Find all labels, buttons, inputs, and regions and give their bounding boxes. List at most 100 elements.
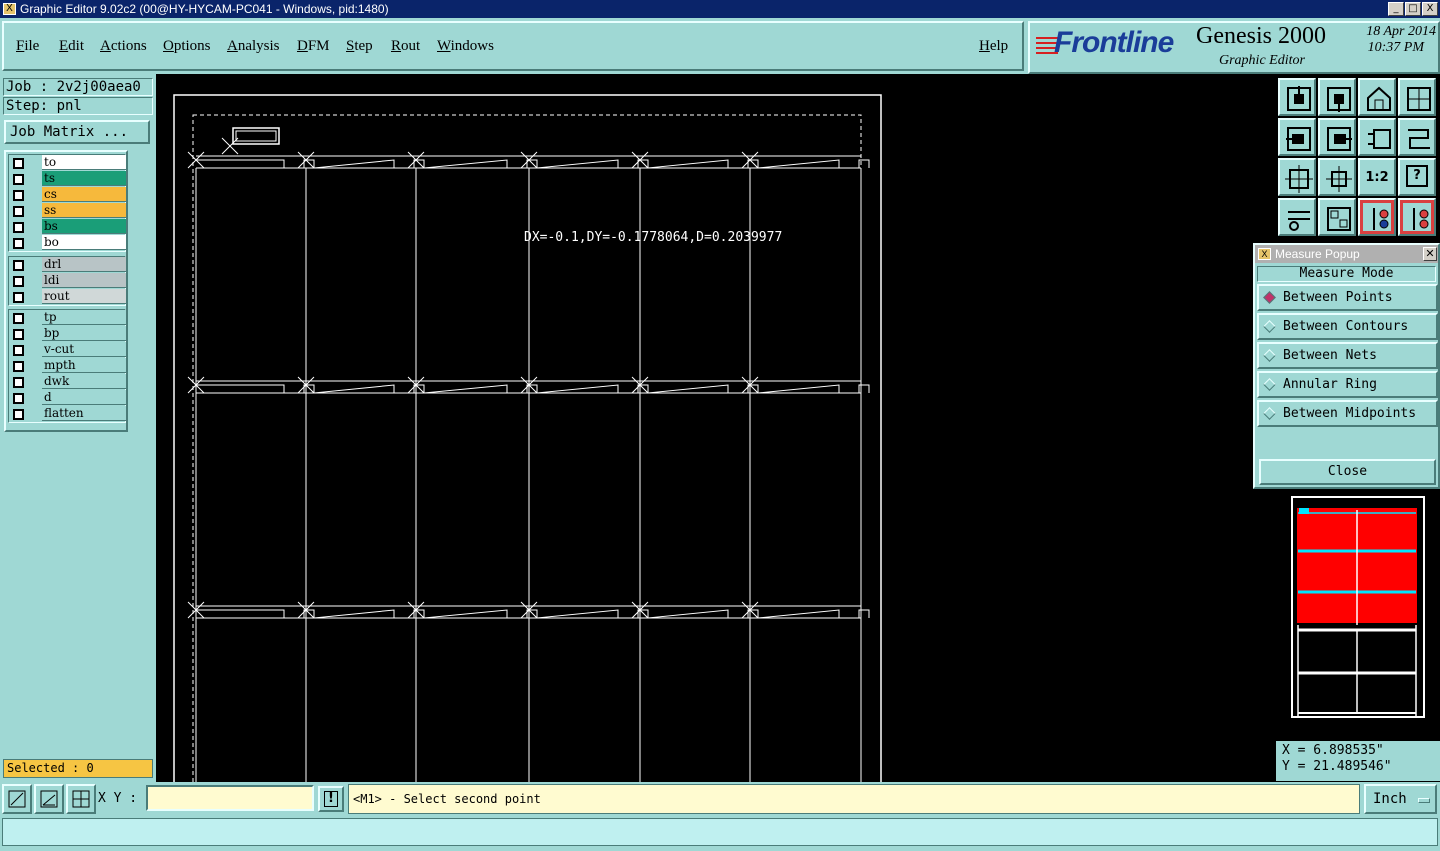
- angle-mode-button[interactable]: [34, 784, 64, 814]
- date-display: 18 Apr 2014: [1366, 24, 1436, 39]
- layer-name[interactable]: cs: [42, 187, 126, 202]
- layer-row-dwk[interactable]: dwk: [9, 374, 126, 390]
- menu-edit[interactable]: Edit: [59, 38, 84, 55]
- layer-checkbox[interactable]: [13, 361, 24, 372]
- layer-name[interactable]: ss: [42, 203, 126, 218]
- layer-name[interactable]: tp: [42, 310, 126, 325]
- tools-button[interactable]: [1278, 198, 1316, 236]
- option-between-nets[interactable]: Between Nets: [1257, 342, 1438, 369]
- pan-left-button[interactable]: [1278, 118, 1316, 156]
- layer-row-tp[interactable]: tp: [9, 310, 126, 326]
- help-button[interactable]: ?: [1398, 158, 1436, 196]
- menu-dfm[interactable]: DFM: [297, 38, 330, 55]
- option-annular-ring[interactable]: Annular Ring: [1257, 371, 1438, 398]
- menu-bar: File Edit Actions Options Analysis DFM S…: [2, 21, 1024, 71]
- layer-checkbox[interactable]: [13, 313, 24, 324]
- layer-checkbox[interactable]: [13, 292, 24, 303]
- layer-row-d[interactable]: d: [9, 390, 126, 406]
- layer-name[interactable]: flatten: [42, 406, 126, 421]
- layer-row-v-cut[interactable]: v-cut: [9, 342, 126, 358]
- zoom-top-button[interactable]: [1278, 78, 1316, 116]
- measure-close-button[interactable]: Close: [1259, 459, 1436, 485]
- brand-panel: Frontline Genesis 2000 Graphic Editor 18…: [1028, 21, 1440, 74]
- layer-row-flatten[interactable]: flatten: [9, 406, 126, 422]
- option-between-midpoints[interactable]: Between Midpoints: [1257, 400, 1438, 427]
- layer-row-bo[interactable]: bo: [9, 235, 126, 251]
- graphic-canvas[interactable]: DX=-0.1,DY=-0.1778064,D=0.2039977: [156, 74, 1276, 786]
- close-window-button[interactable]: X: [1422, 2, 1438, 16]
- xy-input[interactable]: [146, 785, 314, 811]
- layer-checkbox[interactable]: [13, 238, 24, 249]
- layer-name[interactable]: mpth: [42, 358, 126, 373]
- zoom-bottom-button[interactable]: [1318, 78, 1356, 116]
- layer-name[interactable]: ts: [42, 171, 126, 186]
- layer-row-ts[interactable]: ts: [9, 171, 126, 187]
- menu-options[interactable]: Options: [163, 38, 211, 55]
- grid-view-button[interactable]: [1398, 78, 1436, 116]
- fit-screen-button[interactable]: [1278, 158, 1316, 196]
- dropdown-icon: [1418, 798, 1430, 803]
- layer-row-bp[interactable]: bp: [9, 326, 126, 342]
- center-button[interactable]: [1318, 158, 1356, 196]
- netlist-bottom-button[interactable]: [1398, 198, 1436, 236]
- layer-row-to[interactable]: to: [9, 155, 126, 171]
- measure-popup-titlebar[interactable]: X Measure Popup ✕: [1255, 245, 1438, 263]
- layer-checkbox[interactable]: [13, 276, 24, 287]
- job-matrix-button[interactable]: Job Matrix ...: [4, 120, 150, 144]
- layer-name[interactable]: rout: [42, 289, 126, 304]
- layer-name[interactable]: dwk: [42, 374, 126, 389]
- layer-row-ss[interactable]: ss: [9, 203, 126, 219]
- snap-button[interactable]: [1398, 118, 1436, 156]
- layer-row-rout[interactable]: rout: [9, 289, 126, 305]
- netlist-top-button[interactable]: [1358, 198, 1396, 236]
- layer-checkbox[interactable]: [13, 222, 24, 233]
- layer-checkbox[interactable]: [13, 174, 24, 185]
- units-dropdown[interactable]: Inch: [1364, 784, 1437, 814]
- overview-map[interactable]: [1290, 495, 1428, 725]
- maximize-button[interactable]: □: [1405, 2, 1421, 16]
- layout-button[interactable]: [1318, 198, 1356, 236]
- menu-file[interactable]: File: [16, 38, 39, 55]
- option-between-contours[interactable]: Between Contours: [1257, 313, 1438, 340]
- menu-help[interactable]: Help: [979, 38, 1008, 55]
- layer-checkbox[interactable]: [13, 409, 24, 420]
- menu-actions[interactable]: Actions: [100, 38, 147, 55]
- netlist-top-icon: [1373, 208, 1389, 230]
- layer-name[interactable]: bs: [42, 219, 126, 234]
- undo-view-button[interactable]: [1358, 118, 1396, 156]
- layer-row-drl[interactable]: drl: [9, 257, 126, 273]
- snap-mode-button[interactable]: [2, 784, 32, 814]
- layer-row-mpth[interactable]: mpth: [9, 358, 126, 374]
- close-icon[interactable]: ✕: [1423, 247, 1437, 261]
- layer-name[interactable]: ldi: [42, 273, 126, 288]
- layer-checkbox[interactable]: [13, 345, 24, 356]
- menu-analysis[interactable]: Analysis: [227, 38, 280, 55]
- pan-right-button[interactable]: [1318, 118, 1356, 156]
- layer-name[interactable]: to: [42, 155, 126, 170]
- minimize-button[interactable]: _: [1388, 2, 1404, 16]
- menu-step[interactable]: Step: [346, 38, 373, 55]
- layer-checkbox[interactable]: [13, 329, 24, 340]
- menu-rout[interactable]: Rout: [391, 38, 420, 55]
- layer-checkbox[interactable]: [13, 377, 24, 388]
- layer-row-cs[interactable]: cs: [9, 187, 126, 203]
- home-button[interactable]: [1358, 78, 1396, 116]
- layer-checkbox[interactable]: [13, 206, 24, 217]
- layer-checkbox[interactable]: [13, 260, 24, 271]
- layer-checkbox[interactable]: [13, 158, 24, 169]
- layer-name[interactable]: bp: [42, 326, 126, 341]
- menu-windows[interactable]: Windows: [437, 38, 494, 55]
- scale-button[interactable]: 1:2: [1358, 158, 1396, 196]
- command-exec-button[interactable]: !: [318, 786, 344, 812]
- layer-checkbox[interactable]: [13, 393, 24, 404]
- layer-row-bs[interactable]: bs: [9, 219, 126, 235]
- grid-mode-button[interactable]: [66, 784, 96, 814]
- layer-name[interactable]: drl: [42, 257, 126, 272]
- center-icon: [1326, 166, 1352, 192]
- layer-row-ldi[interactable]: ldi: [9, 273, 126, 289]
- layer-name[interactable]: bo: [42, 235, 126, 250]
- layer-name[interactable]: d: [42, 390, 126, 405]
- layer-checkbox[interactable]: [13, 190, 24, 201]
- option-between-points[interactable]: Between Points: [1257, 284, 1438, 311]
- layer-name[interactable]: v-cut: [42, 342, 126, 357]
